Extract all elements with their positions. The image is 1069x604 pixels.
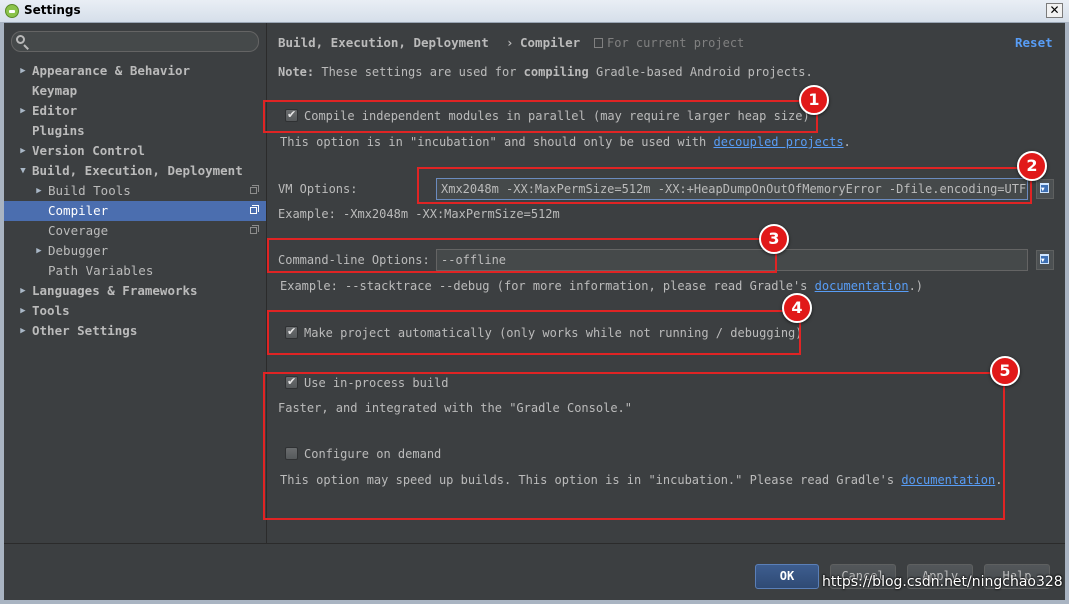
sidebar-item-other-settings[interactable]: ▶ Other Settings — [4, 321, 266, 341]
vm-options-example: Example: -Xmx2048m -XX:MaxPermSize=512m — [278, 207, 560, 221]
sidebar-item-debugger[interactable]: ▶ Debugger — [4, 241, 266, 261]
chevron-right-icon[interactable]: ▶ — [34, 181, 44, 201]
note-emphasis: compiling — [523, 65, 589, 79]
breadcrumb-separator: › — [506, 35, 514, 50]
watermark-text: https://blog.csdn.net/ningchao328 — [822, 574, 1063, 590]
sidebar-item-label: Appearance & Behavior — [32, 63, 191, 78]
command-line-example-end: .) — [908, 279, 924, 293]
window-titlebar — [0, 0, 1069, 23]
breadcrumb-parent: Build, Execution, Deployment — [278, 35, 489, 50]
sidebar-item-languages-frameworks[interactable]: ▶ Languages & Frameworks — [4, 281, 266, 301]
sidebar-item-build-execution-deployment[interactable]: ▼ Build, Execution, Deployment — [4, 161, 266, 181]
annotation-box-4 — [267, 310, 801, 355]
sidebar-item-label: Keymap — [32, 83, 78, 98]
annotation-badge-3: 3 — [759, 224, 789, 254]
expand-editor-icon[interactable] — [1036, 250, 1054, 270]
sidebar-item-label: Version Control — [32, 143, 145, 158]
annotation-box-3 — [267, 238, 777, 273]
ok-button[interactable]: OK — [755, 564, 819, 589]
chevron-right-icon[interactable]: ▶ — [18, 281, 28, 301]
sidebar-item-appearance-behavior[interactable]: ▶ Appearance & Behavior — [4, 61, 266, 81]
command-line-example-text: Example: --stacktrace --debug (for more … — [280, 279, 808, 293]
sidebar-item-keymap[interactable]: Keymap — [4, 81, 266, 101]
sidebar-item-label: Editor — [32, 103, 78, 118]
parallel-hint-end: . — [843, 135, 851, 149]
command-line-example: Example: --stacktrace --debug (for more … — [280, 279, 923, 293]
project-scope-icon — [250, 205, 259, 214]
window-frame-right — [1065, 22, 1069, 604]
decoupled-projects-link[interactable]: decoupled projects — [714, 135, 844, 149]
note-text-after: Gradle-based Android projects. — [595, 65, 813, 79]
window-frame-bottom — [0, 600, 1069, 604]
annotation-box-2 — [417, 167, 1032, 204]
chevron-down-icon[interactable]: ▼ — [18, 161, 28, 181]
chevron-right-icon[interactable]: ▶ — [18, 61, 28, 81]
parallel-hint: This option is in "incubation" and shoul… — [280, 135, 851, 149]
sidebar-item-label: Languages & Frameworks — [32, 283, 198, 298]
project-scope-icon — [250, 185, 259, 194]
sidebar-item-coverage[interactable]: Coverage — [4, 221, 266, 241]
annotation-badge-5: 5 — [990, 356, 1020, 386]
sidebar-item-path-variables[interactable]: Path Variables — [4, 261, 266, 281]
reset-link[interactable]: Reset — [1015, 35, 1053, 50]
project-scope-icon — [250, 225, 259, 234]
note-text-before: These settings are used for — [321, 65, 517, 79]
chevron-right-icon[interactable]: ▶ — [18, 321, 28, 341]
search-icon — [16, 35, 25, 44]
sidebar-item-label: Build, Execution, Deployment — [32, 163, 243, 178]
close-icon[interactable]: ✕ — [1046, 3, 1063, 18]
sidebar-item-label: Tools — [32, 303, 70, 318]
sidebar-item-compiler[interactable]: Compiler — [4, 201, 266, 221]
sidebar-item-version-control[interactable]: ▶ Version Control — [4, 141, 266, 161]
sidebar-item-label: Plugins — [32, 123, 85, 138]
sidebar-item-tools[interactable]: ▶ Tools — [4, 301, 266, 321]
gradle-documentation-link[interactable]: documentation — [815, 279, 909, 293]
dialog-button-bar — [4, 543, 1065, 600]
sidebar-item-label: Build Tools — [48, 183, 131, 198]
breadcrumb-current: Compiler — [520, 35, 581, 50]
annotation-badge-1: 1 — [799, 85, 829, 115]
scope-note: For current project — [607, 36, 745, 50]
sidebar-item-label: Other Settings — [32, 323, 138, 338]
chevron-right-icon[interactable]: ▶ — [34, 241, 44, 261]
note-label: Note: — [278, 65, 315, 79]
window-title: Settings — [24, 3, 81, 17]
project-scope-icon — [594, 38, 603, 48]
sidebar-item-label: Debugger — [48, 243, 109, 258]
expand-editor-icon[interactable] — [1036, 179, 1054, 199]
chevron-right-icon[interactable]: ▶ — [18, 141, 28, 161]
note-line: Note: These settings are used for compil… — [278, 65, 813, 79]
vm-options-label: VM Options: — [278, 182, 358, 196]
sidebar-item-editor[interactable]: ▶ Editor — [4, 101, 266, 121]
sidebar-item-label: Coverage — [48, 223, 109, 238]
sidebar-item-build-tools[interactable]: ▶ Build Tools — [4, 181, 266, 201]
sidebar-item-label: Path Variables — [48, 263, 154, 278]
app-icon — [5, 4, 19, 18]
annotation-box-5 — [263, 372, 1005, 520]
annotation-badge-2: 2 — [1017, 151, 1047, 181]
search-input[interactable] — [11, 31, 259, 52]
sidebar-item-label: Compiler — [48, 203, 109, 218]
sidebar-item-plugins[interactable]: Plugins — [4, 121, 266, 141]
annotation-box-1 — [263, 100, 818, 133]
chevron-right-icon[interactable]: ▶ — [18, 301, 28, 321]
chevron-right-icon[interactable]: ▶ — [18, 101, 28, 121]
parallel-hint-text: This option is in "incubation" and shoul… — [280, 135, 707, 149]
annotation-badge-4: 4 — [782, 293, 812, 323]
